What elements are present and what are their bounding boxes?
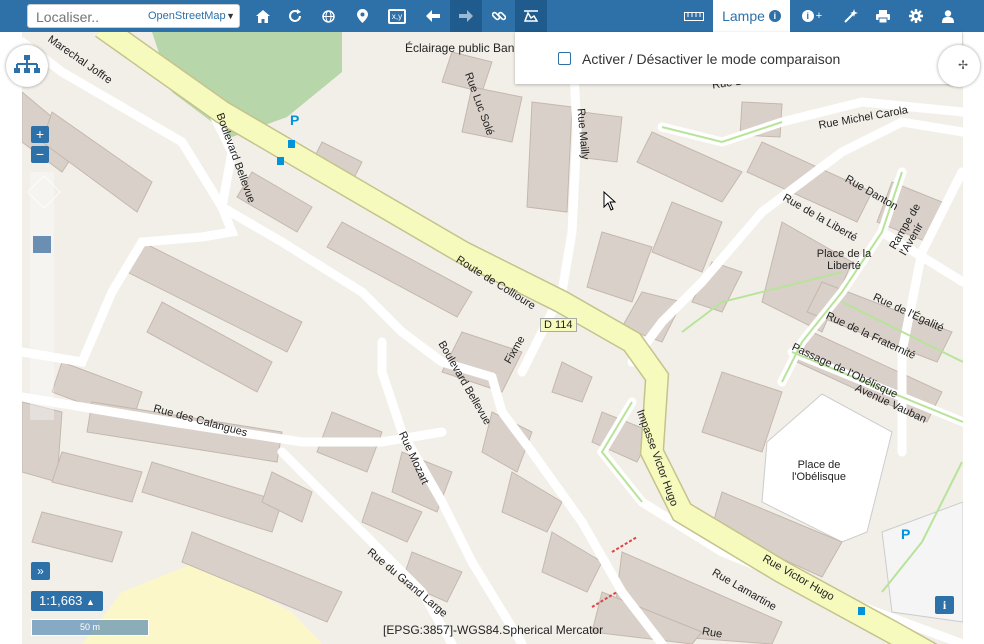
back-icon bbox=[426, 10, 440, 22]
zoom-in-button[interactable]: + bbox=[31, 126, 49, 143]
search-box[interactable]: OpenStreetMap ▼ bbox=[27, 4, 240, 28]
home-icon bbox=[256, 9, 270, 23]
attribution-info-button[interactable]: i bbox=[935, 596, 954, 614]
refresh-button[interactable] bbox=[284, 0, 306, 32]
info-add-icon: i bbox=[801, 10, 814, 22]
street-label: Rampe de l'Avenir bbox=[887, 201, 926, 258]
tab-lampe[interactable]: Lampe i bbox=[713, 0, 790, 32]
home-button[interactable] bbox=[252, 0, 274, 32]
expand-button[interactable]: » bbox=[31, 562, 50, 580]
forward-button[interactable] bbox=[450, 0, 482, 32]
street-label: Rue bbox=[701, 625, 724, 641]
caret-up-icon: ▲ bbox=[86, 597, 95, 607]
globe-icon bbox=[321, 9, 335, 23]
left-margin bbox=[0, 32, 22, 644]
parking-icon: P bbox=[290, 112, 300, 128]
top-toolbar: OpenStreetMap ▼ x,y Lampe i i + bbox=[0, 0, 984, 32]
tool-icon: ✢ bbox=[958, 58, 969, 72]
settings-button[interactable] bbox=[905, 0, 927, 32]
street-label: Passage de l'Obélisque bbox=[789, 341, 900, 401]
map-tool-button[interactable]: ✢ bbox=[938, 45, 980, 87]
scale-bar: 50 m bbox=[31, 619, 149, 636]
street-label: Rue de l'Égalité bbox=[871, 291, 946, 335]
street-label: Marechal Joffre bbox=[45, 33, 115, 87]
gear-icon bbox=[909, 9, 923, 23]
street-label: Rue Danton bbox=[842, 173, 900, 213]
zoom-out-button[interactable]: − bbox=[31, 146, 49, 163]
zoom-slider[interactable] bbox=[30, 172, 54, 420]
poi-label: Éclairage public Ban bbox=[405, 41, 515, 55]
sitemap-icon bbox=[14, 55, 40, 73]
street-label: Boulevard Bellevue bbox=[213, 111, 258, 205]
right-margin bbox=[963, 32, 984, 644]
draw-icon bbox=[844, 9, 858, 23]
projection-label: [EPSG:3857]-WGS84.Spherical Mercator bbox=[383, 623, 604, 637]
street-label: Rue Luc Solé bbox=[462, 70, 496, 138]
marker-icon bbox=[356, 9, 368, 23]
link-icon bbox=[492, 11, 506, 21]
street-label: Rue Lamartine bbox=[709, 566, 779, 614]
street-label: Boulevard Bellevue bbox=[435, 338, 494, 428]
street-label: Rue de la Liberté bbox=[780, 191, 860, 245]
forward-icon bbox=[459, 10, 473, 22]
compare-checkbox[interactable] bbox=[558, 52, 571, 65]
street-label: Impasse Victor Hugo bbox=[633, 408, 681, 508]
mouse-cursor-icon bbox=[603, 191, 617, 211]
search-source[interactable]: OpenStreetMap bbox=[148, 10, 226, 22]
tab-lampe-label: Lampe bbox=[722, 8, 765, 24]
place-label: Place de l'Obélisque bbox=[791, 459, 847, 483]
refresh-icon bbox=[289, 9, 301, 22]
map-labels: Marechal Joffre Rue Luc Solé Rue Mailly … bbox=[22, 32, 963, 644]
coordinates-button[interactable]: x,y bbox=[385, 0, 409, 32]
compare-button[interactable] bbox=[515, 0, 547, 32]
layer-tree-button[interactable] bbox=[6, 45, 48, 87]
ruler-icon bbox=[684, 11, 704, 21]
user-button[interactable] bbox=[937, 0, 959, 32]
coordinates-icon: x,y bbox=[387, 8, 407, 24]
scale-value: 1:1,663 bbox=[39, 593, 83, 608]
link-button[interactable] bbox=[487, 0, 511, 32]
street-label: Route de Collioure bbox=[453, 253, 538, 313]
print-icon bbox=[876, 9, 890, 23]
plus-label: + bbox=[815, 10, 823, 22]
compare-icon bbox=[524, 10, 538, 22]
draw-button[interactable] bbox=[840, 0, 862, 32]
info-icon: i bbox=[768, 10, 781, 22]
marker-button[interactable] bbox=[351, 0, 373, 32]
globe-button[interactable] bbox=[317, 0, 339, 32]
user-icon bbox=[942, 9, 954, 23]
place-label: Place de la Liberté bbox=[816, 248, 872, 272]
street-label: Rue du Grand Large bbox=[364, 546, 450, 620]
street-label: Rue des Calangues bbox=[152, 402, 249, 440]
back-button[interactable] bbox=[421, 0, 445, 32]
caret-down-icon[interactable]: ▼ bbox=[226, 11, 235, 21]
scale-selector[interactable]: 1:1,663 ▲ bbox=[31, 591, 103, 611]
street-label: Rue Mailly bbox=[574, 107, 591, 161]
zoom-slider-thumb[interactable] bbox=[33, 236, 51, 253]
street-label: Rue Victor Hugo bbox=[760, 552, 837, 604]
search-input[interactable] bbox=[34, 8, 148, 26]
map-canvas[interactable]: Marechal Joffre Rue Luc Solé Rue Mailly … bbox=[22, 32, 963, 644]
street-label: Fixme bbox=[502, 334, 528, 366]
print-button[interactable] bbox=[872, 0, 894, 32]
street-label: Rue Mozart bbox=[395, 429, 431, 487]
parking-icon: P bbox=[901, 526, 911, 542]
road-ref-label: D 114 bbox=[540, 318, 577, 332]
street-label: Rue de la Fraternité bbox=[824, 310, 918, 362]
measure-button[interactable] bbox=[680, 0, 708, 32]
compare-label[interactable]: Activer / Désactiver le mode comparaison bbox=[582, 51, 840, 67]
compare-panel: Activer / Désactiver le mode comparaison bbox=[515, 32, 962, 84]
info-add-button[interactable]: i + bbox=[797, 0, 827, 32]
street-label: Rue Michel Carola bbox=[817, 104, 909, 132]
